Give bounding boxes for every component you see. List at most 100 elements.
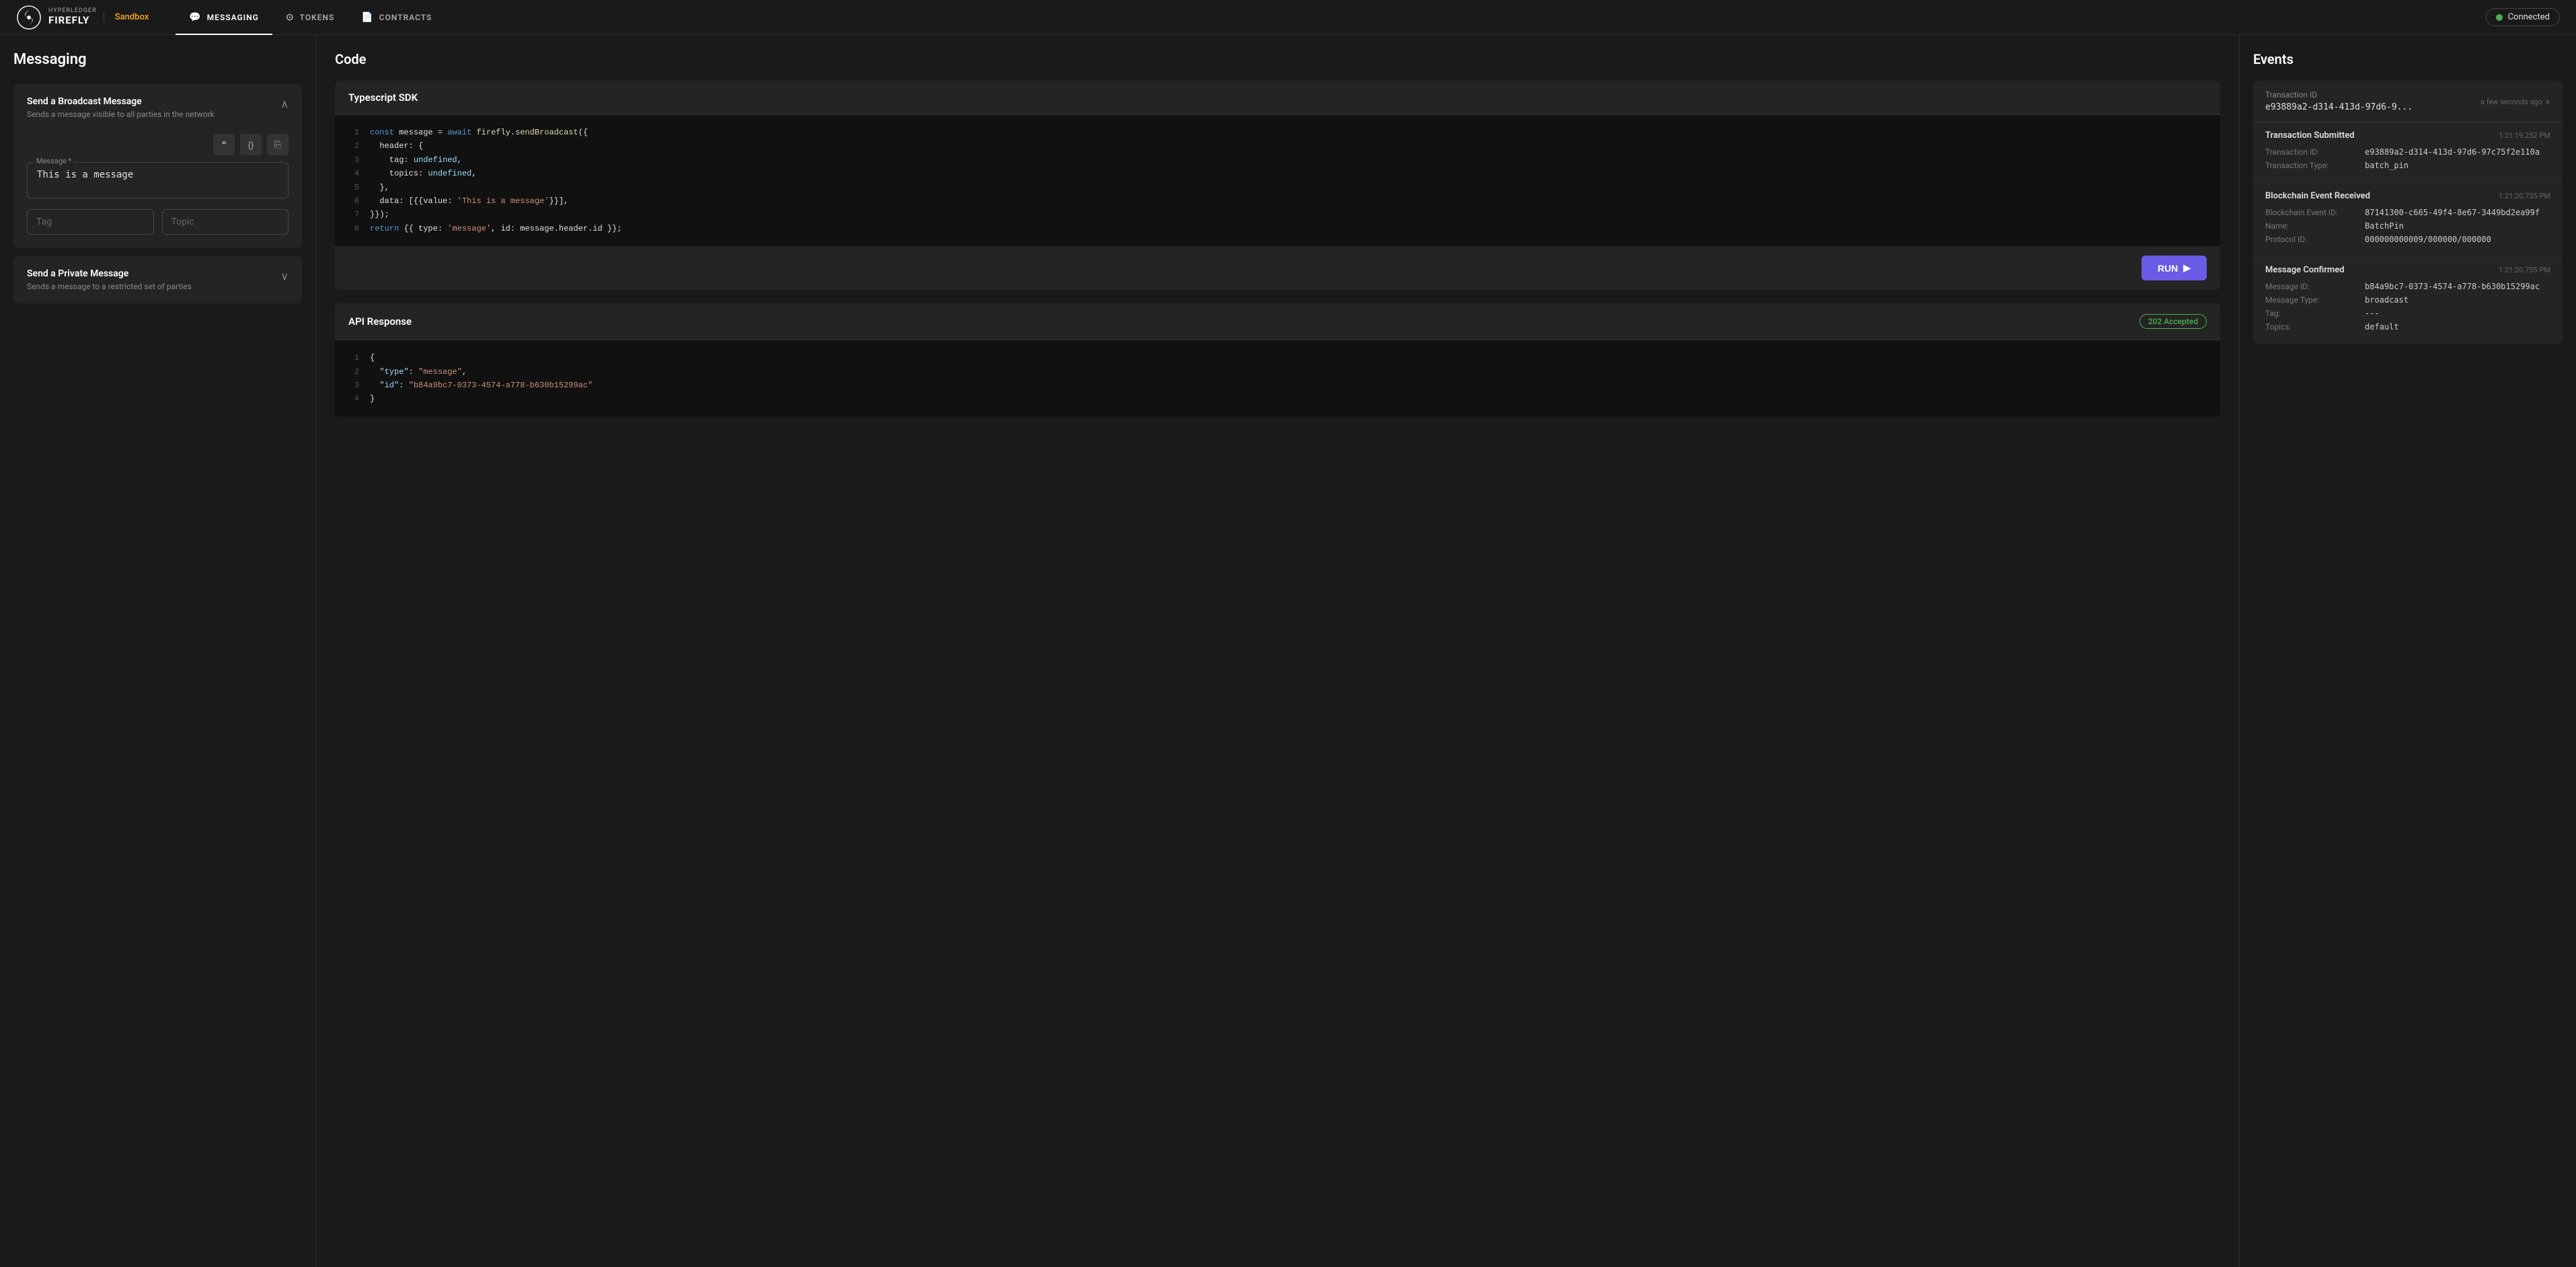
left-panel: Messaging Send a Broadcast Message Sends… xyxy=(0,35,316,1267)
line-num-3: 3 xyxy=(348,153,359,167)
connected-dot-icon xyxy=(2496,14,2503,21)
txid-info: Transaction ID e93889a2-d314-413d-97d6-9… xyxy=(2265,90,2413,112)
brand-firefly: FIREFLY xyxy=(48,15,97,26)
event-row-key-2-0: Message ID: xyxy=(2265,282,2359,291)
event-section-header-1: Blockchain Event Received 1:21:20.735 PM xyxy=(2253,183,2563,205)
private-card-header-content: Send a Private Message Sends a message t… xyxy=(27,268,192,291)
txid-header: Transaction ID e93889a2-d314-413d-97d6-9… xyxy=(2253,81,2563,122)
nav-item-contracts[interactable]: 📄 CONTRACTS xyxy=(348,0,445,35)
private-card-header[interactable]: Send a Private Message Sends a message t… xyxy=(13,256,302,303)
contracts-icon: 📄 xyxy=(361,12,373,23)
private-card-title: Send a Private Message xyxy=(27,268,192,279)
event-row-key-2-1: Message Type: xyxy=(2265,295,2359,305)
logo-area: HYPERLEDGER FIREFLY Sandbox xyxy=(16,5,149,30)
api-line-num-3: 3 xyxy=(348,379,359,392)
txid-time-text: a few seconds ago xyxy=(2480,98,2542,106)
event-rows-2: Message ID: b84a9bc7-0373-4574-a778-b630… xyxy=(2253,279,2563,344)
private-card-subtitle: Sends a message to a restricted set of p… xyxy=(27,282,192,291)
quote-icon-btn[interactable]: ❝ xyxy=(213,134,235,155)
event-row-val-2-0: b84a9bc7-0373-4574-a778-b630b15299ac xyxy=(2365,282,2550,291)
api-line-num-4: 4 xyxy=(348,392,359,406)
broadcast-chevron-icon: ∧ xyxy=(280,98,289,110)
event-row-val-2-1: broadcast xyxy=(2365,295,2550,305)
event-section-1: Blockchain Event Received 1:21:20.735 PM… xyxy=(2253,183,2563,257)
event-row-val-1-0: 87141300-c665-49f4-8e67-3449bd2ea99f xyxy=(2365,208,2550,217)
broadcast-card-title: Send a Broadcast Message xyxy=(27,96,215,107)
event-row-val-2-3: default xyxy=(2365,322,2550,332)
txid-time: a few seconds ago ∧ xyxy=(2480,98,2550,106)
tag-topic-row: Tag Topic xyxy=(27,209,289,235)
accepted-badge: 202 Accepted xyxy=(2139,314,2207,329)
api-response-card: API Response 202 Accepted 1 { 2 "type": … xyxy=(335,303,2220,417)
code-line-2: 2 header: { xyxy=(348,139,2207,153)
nav-item-messaging-label: MESSAGING xyxy=(207,13,259,22)
typescript-sdk-code: 1 const message = await firefly.sendBroa… xyxy=(335,115,2220,246)
run-arrow-icon: ▶ xyxy=(2183,262,2191,274)
api-response-title: API Response xyxy=(348,315,412,328)
broadcast-card-body: ❝ {} ⎘ Message * Tag Topic xyxy=(13,131,302,248)
message-input-wrap: Message * xyxy=(27,162,289,201)
event-row-key-0-1: Transaction Type: xyxy=(2265,161,2359,170)
event-row-0-0: Transaction ID: e93889a2-d314-413d-97d6-… xyxy=(2265,147,2550,157)
event-row-1-2: Protocol ID: 000000000009/000000/000000 xyxy=(2265,235,2550,244)
nav-item-tokens[interactable]: ⊙ TOKENS xyxy=(272,0,348,35)
event-section-header-2: Message Confirmed 1:21:20.755 PM xyxy=(2253,257,2563,279)
code-icon-btn[interactable]: {} xyxy=(240,134,262,155)
event-row-key-1-1: Name: xyxy=(2265,221,2359,231)
code-line-5: 5 }, xyxy=(348,181,2207,194)
topic-input[interactable] xyxy=(162,209,289,235)
connected-badge: Connected xyxy=(2486,8,2560,26)
line-num-6: 6 xyxy=(348,194,359,208)
message-input[interactable] xyxy=(27,162,289,198)
api-line-2: 2 "type": "message", xyxy=(348,365,2207,379)
nav-item-tokens-label: TOKENS xyxy=(300,13,335,22)
event-section-2: Message Confirmed 1:21:20.755 PM Message… xyxy=(2253,257,2563,344)
copy-icon-btn[interactable]: ⎘ xyxy=(267,134,289,155)
code-line-7: 7 }}); xyxy=(348,208,2207,221)
line-code-2: header: { xyxy=(370,139,423,153)
line-code-1: const message = await firefly.sendBroadc… xyxy=(370,126,588,139)
line-num-1: 1 xyxy=(348,126,359,139)
right-panel: Events Transaction ID e93889a2-d314-413d… xyxy=(2240,35,2576,1267)
code-line-6: 6 data: [{{value: 'This is a message'}}]… xyxy=(348,194,2207,208)
event-row-val-1-2: 000000000009/000000/000000 xyxy=(2365,235,2550,244)
line-code-3: tag: undefined, xyxy=(370,153,462,167)
messaging-icon: 💬 xyxy=(189,12,201,23)
tokens-icon: ⊙ xyxy=(286,12,295,23)
event-card: Transaction ID e93889a2-d314-413d-97d6-9… xyxy=(2253,81,2563,344)
tag-input[interactable] xyxy=(27,209,154,235)
broadcast-card: Send a Broadcast Message Sends a message… xyxy=(13,84,302,248)
brand-text: HYPERLEDGER FIREFLY xyxy=(48,8,97,26)
api-line-3: 3 "id": "b84a9bc7-0373-4574-a778-b630b15… xyxy=(348,379,2207,392)
event-row-2-3: Topics: default xyxy=(2265,322,2550,332)
middle-panel: Code Typescript SDK 1 const message = aw… xyxy=(316,35,2240,1267)
run-label: RUN xyxy=(2158,263,2178,274)
event-row-key-2-3: Topics: xyxy=(2265,322,2359,332)
event-row-val-1-1: BatchPin xyxy=(2365,221,2550,231)
event-section-title-2: Message Confirmed xyxy=(2265,265,2345,275)
event-row-1-1: Name: BatchPin xyxy=(2265,221,2550,231)
line-code-8: return {{ type: 'message', id: message.h… xyxy=(370,222,621,235)
event-section-header-0: Transaction Submitted 1:21:19.252 PM xyxy=(2253,122,2563,145)
broadcast-card-header[interactable]: Send a Broadcast Message Sends a message… xyxy=(13,84,302,131)
line-code-5: }, xyxy=(370,181,389,194)
api-line-1: 1 { xyxy=(348,351,2207,364)
nav-item-contracts-label: CONTRACTS xyxy=(379,13,432,22)
typescript-sdk-card: Typescript SDK 1 const message = await f… xyxy=(335,81,2220,290)
event-section-time-1: 1:21:20.735 PM xyxy=(2499,192,2550,200)
nav-item-messaging[interactable]: 💬 MESSAGING xyxy=(176,0,272,35)
run-button[interactable]: RUN ▶ xyxy=(2142,256,2207,280)
event-section-title-1: Blockchain Event Received xyxy=(2265,191,2370,201)
firefly-logo-icon xyxy=(16,5,42,30)
api-line-code-2: "type": "message", xyxy=(370,365,467,379)
api-line-num-2: 2 xyxy=(348,365,359,379)
event-row-val-2-2: --- xyxy=(2365,309,2550,318)
topic-input-wrap: Topic xyxy=(162,209,289,235)
private-chevron-icon: ∨ xyxy=(280,270,289,282)
code-line-4: 4 topics: undefined, xyxy=(348,167,2207,180)
event-row-2-1: Message Type: broadcast xyxy=(2265,295,2550,305)
event-section-title-0: Transaction Submitted xyxy=(2265,130,2355,141)
api-line-4: 4 } xyxy=(348,392,2207,406)
nav-items: 💬 MESSAGING ⊙ TOKENS 📄 CONTRACTS xyxy=(176,0,2485,35)
tag-input-wrap: Tag xyxy=(27,209,154,235)
